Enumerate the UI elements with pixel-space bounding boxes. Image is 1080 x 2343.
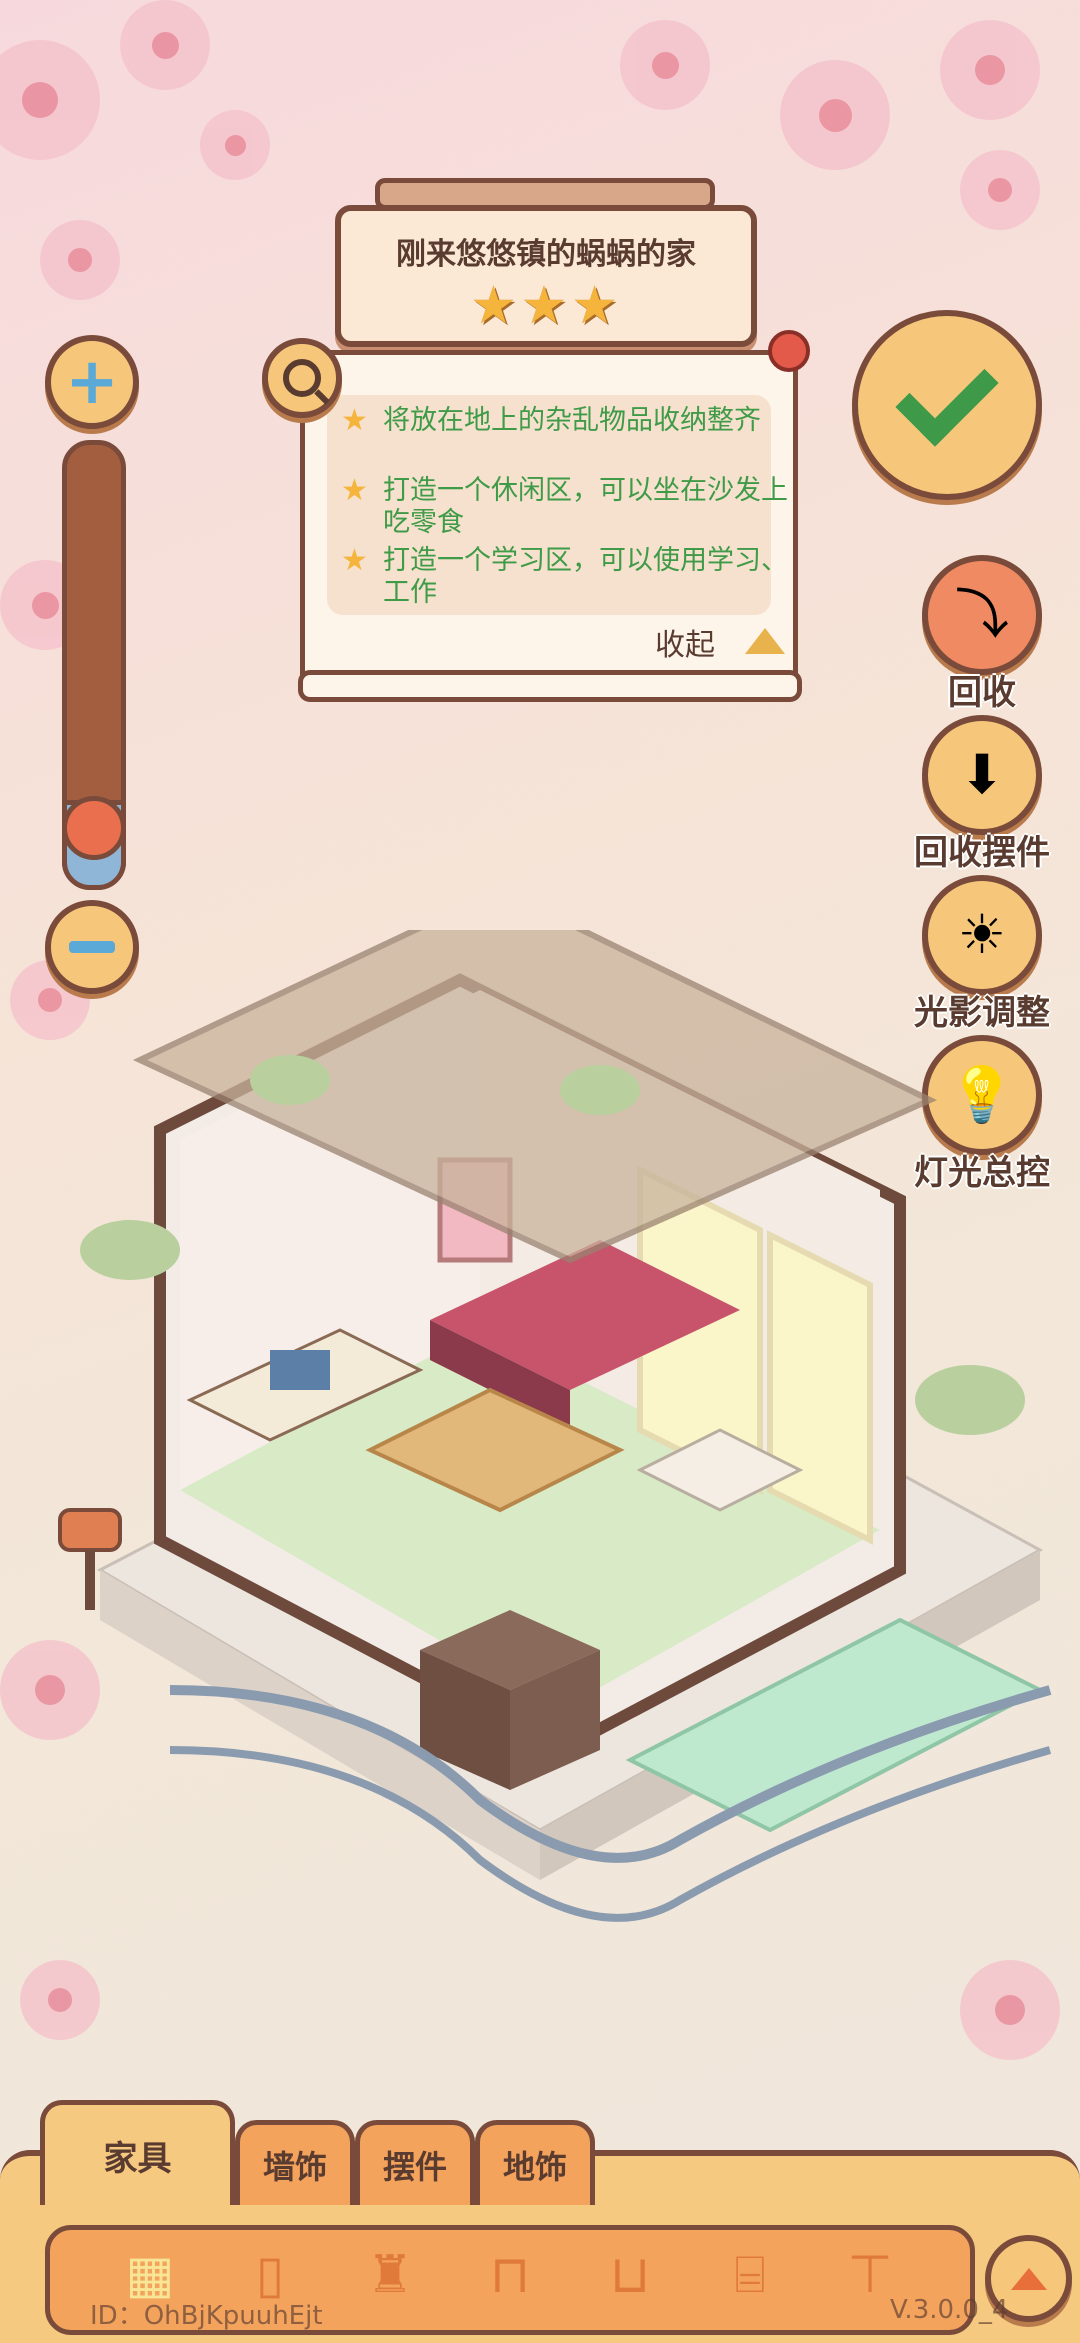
window-right	[767, 1230, 873, 1545]
search-icon	[283, 359, 321, 397]
room-title-board: 刚来悠悠镇的蜗蜗的家 ★★★	[335, 205, 757, 347]
tab-furniture[interactable]: 家具	[40, 2100, 235, 2205]
recycle-ornaments-label: 回收摆件	[914, 833, 1050, 873]
task-list: ★ 将放在地上的杂乱物品收纳整齐 ★ 打造一个休闲区，可以坐在沙发上吃零食 ★ …	[327, 395, 788, 615]
zoom-in-button[interactable]: +	[45, 335, 139, 429]
scroll-roll	[298, 670, 802, 702]
pin-icon	[768, 330, 810, 372]
room-title: 刚来悠悠镇的蜗蜗的家	[396, 237, 696, 272]
vine-leaf	[80, 1220, 180, 1280]
tab-wall-decor[interactable]: 墙饰	[235, 2120, 355, 2205]
checkmark-icon	[895, 343, 999, 447]
recycle-box-icon: ⬇	[959, 743, 1005, 806]
vine-leaf	[915, 1365, 1025, 1435]
search-button[interactable]	[262, 338, 342, 418]
chair-icon[interactable]: ⊓	[465, 2240, 555, 2310]
tab-floor-decor[interactable]: 地饰	[475, 2120, 595, 2205]
star-bullet-icon: ★	[341, 473, 368, 508]
vine-leaf	[560, 1065, 640, 1115]
laptop	[270, 1350, 330, 1390]
plus-icon: +	[65, 345, 119, 419]
tab-ornaments[interactable]: 摆件	[355, 2120, 475, 2205]
version-label: V.3.0.0_4	[890, 2295, 1009, 2325]
collapse-button[interactable]: 收起	[655, 620, 715, 664]
player-id: ID：OhBjKpuuhEjt	[90, 2301, 323, 2331]
room-rating-stars: ★★★	[470, 276, 622, 336]
recycle-button[interactable]: ⤵	[922, 555, 1042, 675]
arrow-up-icon	[1010, 2267, 1047, 2290]
recycle-tray-icon: ⤵	[955, 583, 1009, 646]
task-scroll: ★ 将放在地上的杂乱物品收纳整齐 ★ 打造一个休闲区，可以坐在沙发上吃零食 ★ …	[300, 350, 798, 695]
toilet-icon[interactable]: ♜	[345, 2240, 435, 2310]
mailbox	[58, 1508, 122, 1552]
bed-icon[interactable]: ⊔	[585, 2240, 675, 2310]
recycle-label: 回收	[948, 673, 1016, 713]
recycle-ornaments-button[interactable]: ⬇	[922, 715, 1042, 835]
confirm-button[interactable]	[852, 310, 1042, 500]
cabinet-icon[interactable]: ⌸	[705, 2240, 795, 2310]
house-scene[interactable]	[40, 930, 1060, 2080]
zoom-slider-handle[interactable]	[62, 796, 126, 860]
collapse-arrow-icon[interactable]	[745, 628, 785, 654]
task-item: ★ 打造一个学习区，可以使用学习、工作	[341, 543, 788, 609]
star-bullet-icon: ★	[341, 403, 368, 438]
star-bullet-icon: ★	[341, 543, 368, 578]
vine-leaf	[250, 1055, 330, 1105]
task-item: ★ 将放在地上的杂乱物品收纳整齐	[341, 403, 761, 438]
task-item: ★ 打造一个休闲区，可以坐在沙发上吃零食	[341, 473, 788, 539]
